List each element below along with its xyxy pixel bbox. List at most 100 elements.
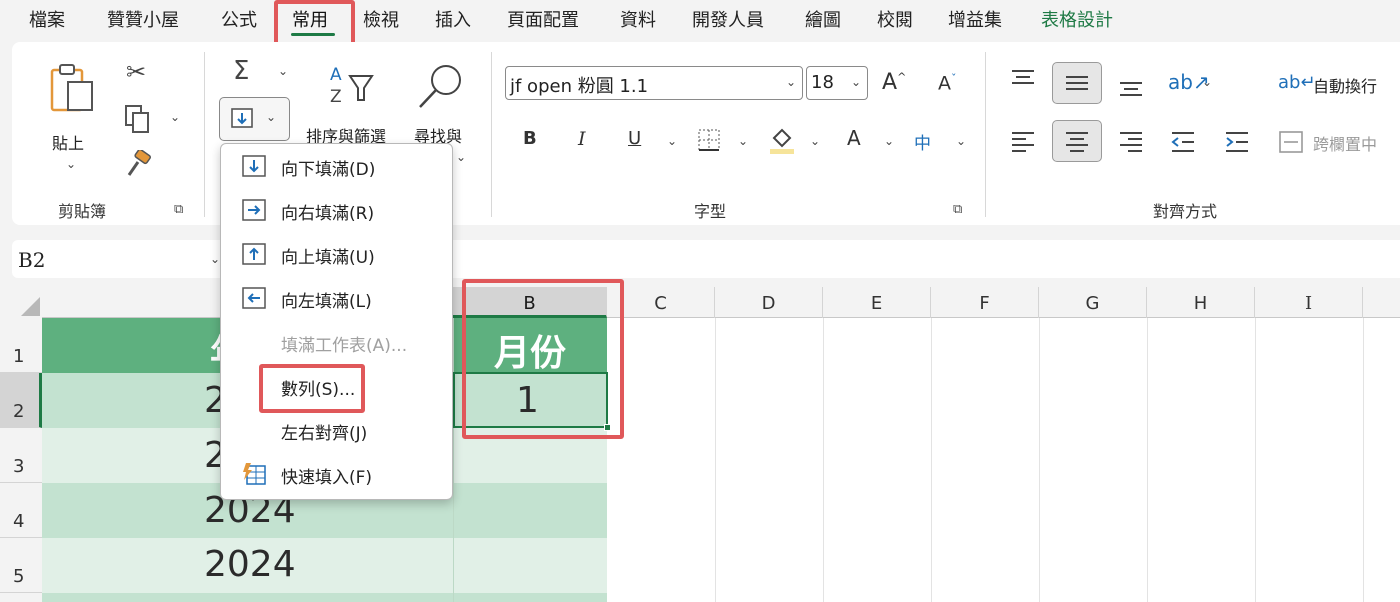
copy-icon[interactable]: [124, 104, 152, 134]
align-top-icon[interactable]: [1010, 68, 1036, 88]
row-header-5[interactable]: 5: [0, 538, 42, 593]
menu-item-label: 向上填滿(U): [281, 248, 375, 268]
merge-center-label[interactable]: 跨欄置中: [1313, 131, 1377, 155]
fill-dropdown-chevron-icon[interactable]: ⌄: [266, 110, 276, 124]
tab-view[interactable]: 檢視: [363, 6, 399, 32]
menu-item-flash-fill[interactable]: 快速填入(F): [221, 453, 452, 497]
increase-indent-icon[interactable]: [1224, 130, 1250, 154]
menu-item-label: 向右填滿(R): [281, 204, 375, 224]
tab-formulas[interactable]: 公式: [221, 6, 257, 32]
wrap-text-label[interactable]: 自動換行: [1313, 73, 1377, 97]
decrease-indent-icon[interactable]: [1170, 130, 1196, 154]
paste-icon[interactable]: [48, 62, 98, 117]
copy-dropdown-chevron-icon[interactable]: ⌄: [170, 110, 180, 124]
tab-addins[interactable]: 增益集: [948, 6, 1002, 32]
phonetic-guide-icon[interactable]: 中: [914, 129, 931, 154]
font-size-combo[interactable]: 18 ⌄: [806, 66, 868, 100]
underline-button[interactable]: U: [628, 128, 641, 149]
sort-filter-icon[interactable]: A Z: [328, 62, 376, 108]
borders-dropdown-chevron-icon[interactable]: ⌄: [738, 134, 748, 148]
column-header-d[interactable]: D: [715, 287, 823, 318]
menu-item-justify[interactable]: 左右對齊(J): [221, 409, 452, 453]
italic-button[interactable]: I: [578, 128, 586, 150]
orientation-dropdown-chevron-icon[interactable]: ⌄: [1202, 75, 1212, 89]
chevron-down-icon[interactable]: ⌄: [851, 75, 861, 89]
row-header-2[interactable]: 2: [0, 373, 42, 428]
tab-page-layout[interactable]: 頁面配置: [507, 6, 579, 32]
bold-button[interactable]: B: [523, 128, 537, 149]
fill-left-icon: [242, 287, 266, 309]
underline-dropdown-chevron-icon[interactable]: ⌄: [667, 134, 677, 148]
name-box[interactable]: B2: [18, 248, 45, 272]
tab-zanzan[interactable]: 贊贊小屋: [107, 6, 179, 32]
align-center-icon: [1066, 132, 1088, 152]
align-right-icon[interactable]: [1118, 130, 1144, 154]
wrap-text-icon[interactable]: ab↵: [1278, 72, 1316, 93]
tab-table-design[interactable]: 表格設計: [1041, 6, 1113, 32]
column-header-f[interactable]: F: [931, 287, 1039, 318]
select-all-corner[interactable]: [0, 287, 42, 318]
menu-item-fill-left[interactable]: 向左填滿(L): [221, 277, 452, 321]
highlight-series-item: [259, 364, 365, 413]
font-name-combo[interactable]: jf open 粉圓 1.1 ⌄: [505, 66, 803, 100]
menu-item-fill-up[interactable]: 向上填滿(U): [221, 233, 452, 277]
chevron-down-icon[interactable]: ⌄: [786, 75, 796, 89]
table-row: [42, 538, 607, 593]
row-header-3[interactable]: 3: [0, 428, 42, 483]
row-header-1[interactable]: 1: [0, 318, 42, 373]
tab-draw[interactable]: 繪圖: [805, 6, 841, 32]
gridline: [715, 318, 716, 602]
flash-fill-icon: [243, 463, 266, 485]
decrease-font-size-icon[interactable]: Aˇ: [938, 72, 957, 94]
find-select-icon[interactable]: [416, 62, 466, 112]
group-separator: [204, 52, 205, 217]
column-header-i[interactable]: I: [1255, 287, 1363, 318]
column-divider: [453, 318, 454, 602]
merge-center-icon[interactable]: [1278, 130, 1304, 154]
menu-item-fill-down[interactable]: 向下填滿(D): [221, 145, 452, 189]
increase-font-size-icon[interactable]: A^: [882, 70, 906, 95]
tab-insert[interactable]: 插入: [435, 6, 471, 32]
group-separator: [985, 52, 986, 217]
borders-icon[interactable]: [697, 128, 723, 154]
alignment-group-label: 對齊方式: [1153, 202, 1218, 221]
tab-file[interactable]: 檔案: [29, 6, 65, 32]
row-header-4[interactable]: 4: [0, 483, 42, 538]
autosum-icon[interactable]: Σ: [233, 56, 249, 86]
tab-developer[interactable]: 開發人員: [692, 6, 764, 32]
paste-dropdown-chevron-icon[interactable]: ⌄: [66, 157, 76, 171]
gridline: [1039, 318, 1040, 602]
fill-dropdown-menu: 向下填滿(D) 向右填滿(R) 向上填滿(U) 向左填滿(L) 填滿工作表(A)…: [220, 143, 453, 500]
font-name-value: jf open 粉圓 1.1: [510, 76, 649, 97]
gridline: [1363, 318, 1364, 602]
menu-item-fill-right[interactable]: 向右填滿(R): [221, 189, 452, 233]
align-middle-icon: [1066, 76, 1088, 90]
paste-label[interactable]: 貼上: [52, 130, 84, 154]
gridline: [931, 318, 932, 602]
gridline: [1147, 318, 1148, 602]
font-color-dropdown-chevron-icon[interactable]: ⌄: [884, 134, 894, 148]
find-dropdown-chevron-icon[interactable]: ⌄: [456, 150, 466, 164]
gridline: [1255, 318, 1256, 602]
font-launcher-icon[interactable]: ⧉: [953, 202, 962, 217]
font-color-icon[interactable]: A: [847, 126, 861, 150]
column-header-e[interactable]: E: [823, 287, 931, 318]
column-header-h[interactable]: H: [1147, 287, 1255, 318]
tab-review[interactable]: 校閱: [877, 6, 913, 32]
fill-down-icon[interactable]: [230, 107, 256, 131]
name-box-chevron-icon[interactable]: ⌄: [210, 252, 220, 266]
format-painter-icon[interactable]: [124, 150, 154, 178]
autosum-dropdown-chevron-icon[interactable]: ⌄: [278, 64, 288, 78]
align-left-icon[interactable]: [1010, 130, 1036, 154]
cut-icon[interactable]: ✂: [126, 58, 146, 86]
clipboard-launcher-icon[interactable]: ⧉: [174, 202, 183, 217]
tab-data[interactable]: 資料: [620, 6, 656, 32]
phonetic-dropdown-chevron-icon[interactable]: ⌄: [956, 134, 966, 148]
fill-color-dropdown-chevron-icon[interactable]: ⌄: [810, 134, 820, 148]
cell-a5[interactable]: 2024: [204, 544, 296, 585]
fill-color-icon[interactable]: [768, 126, 796, 156]
align-bottom-icon[interactable]: [1118, 78, 1144, 98]
menu-bar: 檔案 贊贊小屋 公式 常用 檢視 插入 頁面配置 資料 開發人員 繪圖 校閱 增…: [0, 0, 1400, 40]
column-header-g[interactable]: G: [1039, 287, 1147, 318]
font-size-value: 18: [811, 72, 834, 93]
